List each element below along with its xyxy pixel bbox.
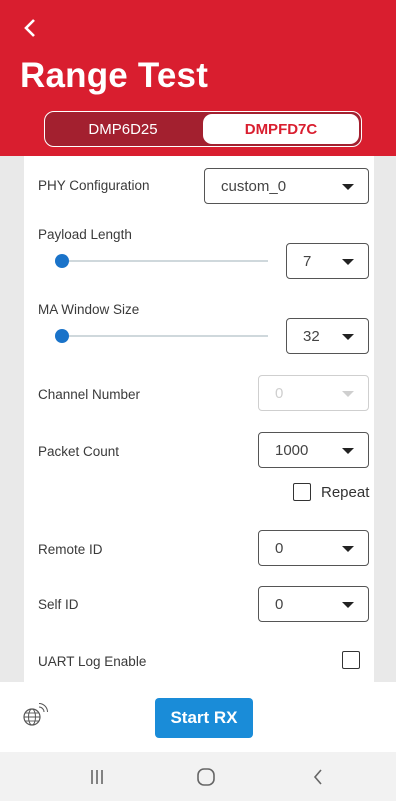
- channel-number-value: 0: [275, 384, 284, 402]
- device-tab-bar: DMP6D25 DMPFD7C: [44, 111, 362, 147]
- uart-log-enable-checkbox[interactable]: [342, 651, 360, 669]
- chevron-down-icon: [342, 448, 354, 454]
- uart-log-enable-label: UART Log Enable: [38, 654, 147, 669]
- system-back-button[interactable]: [303, 764, 333, 790]
- self-id-dropdown[interactable]: 0: [258, 586, 369, 622]
- channel-number-dropdown: 0: [258, 375, 369, 411]
- channel-number-label: Channel Number: [38, 387, 141, 402]
- ma-window-size-dropdown[interactable]: 32: [286, 318, 369, 354]
- packet-count-value: 1000: [275, 441, 309, 459]
- phy-configuration-value: custom_0: [221, 177, 287, 195]
- bottom-action-bar: Start RX: [0, 682, 396, 752]
- slider-thumb[interactable]: [55, 329, 70, 343]
- recent-apps-icon: [91, 770, 103, 784]
- remote-id-label: Remote ID: [38, 542, 103, 557]
- back-button[interactable]: [16, 14, 44, 42]
- globe-signal-icon[interactable]: [20, 700, 50, 730]
- ma-window-size-label: MA Window Size: [38, 302, 140, 317]
- system-navigation-bar: [0, 752, 396, 801]
- slider-thumb[interactable]: [55, 254, 70, 268]
- recent-apps-button[interactable]: [82, 764, 112, 790]
- ma-window-size-slider[interactable]: [55, 328, 268, 344]
- phy-configuration-dropdown[interactable]: custom_0: [204, 168, 369, 204]
- payload-length-slider[interactable]: [55, 253, 268, 269]
- payload-length-label: Payload Length: [38, 227, 132, 242]
- self-id-label: Self ID: [38, 597, 79, 612]
- payload-length-dropdown[interactable]: 7: [286, 243, 369, 279]
- start-rx-button[interactable]: Start RX: [155, 698, 253, 738]
- slider-track: [56, 335, 268, 337]
- tab-dmpfd7c[interactable]: DMPFD7C: [203, 114, 359, 144]
- tab-dmp6d25[interactable]: DMP6D25: [45, 112, 201, 146]
- phy-configuration-label: PHY Configuration: [38, 178, 150, 193]
- payload-length-value: 7: [303, 252, 312, 270]
- ma-window-size-value: 32: [303, 327, 320, 345]
- repeat-checkbox[interactable]: [293, 483, 311, 501]
- back-icon: [313, 769, 322, 785]
- remote-id-value: 0: [275, 539, 284, 557]
- settings-panel: PHY Configuration custom_0 Payload Lengt…: [24, 156, 374, 682]
- chevron-down-icon: [342, 391, 354, 397]
- chevron-down-icon: [342, 602, 354, 608]
- back-chevron-icon: [24, 19, 35, 37]
- repeat-label: Repeat: [321, 484, 370, 501]
- packet-count-label: Packet Count: [38, 444, 120, 459]
- page-title: Range Test: [20, 56, 209, 95]
- chevron-down-icon: [342, 334, 354, 340]
- home-button[interactable]: [191, 764, 221, 790]
- chevron-down-icon: [342, 259, 354, 265]
- chevron-down-icon: [342, 184, 354, 190]
- packet-count-dropdown[interactable]: 1000: [258, 432, 369, 468]
- chevron-down-icon: [342, 546, 354, 552]
- slider-track: [56, 260, 268, 262]
- remote-id-dropdown[interactable]: 0: [258, 530, 369, 566]
- self-id-value: 0: [275, 595, 284, 613]
- home-icon: [197, 768, 215, 786]
- app-header: Range Test DMP6D25 DMPFD7C: [0, 0, 396, 156]
